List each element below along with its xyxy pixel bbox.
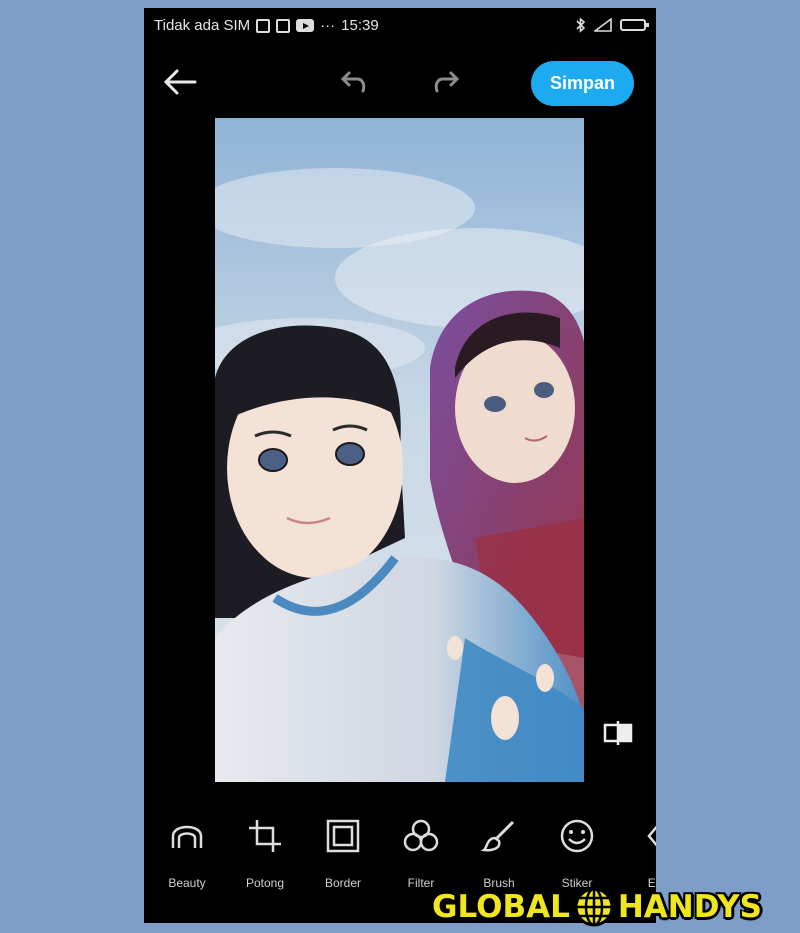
notification-icon [256, 18, 271, 33]
tool-effect[interactable]: Eff [620, 816, 656, 890]
phone-screen: Tidak ada SIM ··· 15:39 Simpan Beauty Po… [144, 8, 656, 923]
save-button[interactable]: Simpan [531, 61, 634, 106]
battery-icon [620, 19, 649, 31]
back-arrow-icon[interactable] [160, 66, 200, 106]
status-right [576, 17, 649, 33]
sticker-icon [542, 816, 612, 856]
image-notification-icon [276, 18, 291, 33]
undo-icon[interactable] [334, 66, 374, 106]
bluetooth-icon [576, 17, 586, 33]
watermark-logo: GLOBAL HANDYS [432, 885, 792, 929]
tool-border-label: Border [324, 876, 362, 890]
tool-filter[interactable]: Filter [386, 816, 456, 890]
filter-icon [386, 816, 456, 856]
tool-brush[interactable]: Brush [464, 816, 534, 890]
carrier-text: Tidak ada SIM [154, 17, 251, 34]
status-bar: Tidak ada SIM ··· 15:39 [144, 8, 656, 44]
border-icon [308, 816, 378, 856]
brush-icon [464, 816, 534, 856]
compare-icon[interactable] [602, 720, 634, 746]
tool-crop[interactable]: Potong [230, 816, 300, 890]
youtube-icon [296, 19, 315, 32]
effect-icon [620, 816, 656, 856]
tool-beauty-label: Beauty [168, 876, 206, 890]
tool-sticker[interactable]: Stiker [542, 816, 612, 890]
redo-icon[interactable] [426, 66, 466, 106]
photo-canvas[interactable] [215, 118, 584, 782]
tool-beauty[interactable]: Beauty [152, 816, 222, 890]
status-left: Tidak ada SIM ··· 15:39 [154, 17, 379, 34]
tool-crop-label: Potong [245, 876, 285, 890]
status-time: 15:39 [341, 17, 379, 34]
watermark-right-text: HANDYS [617, 889, 762, 925]
edited-photo [215, 118, 584, 782]
editor-top-bar: Simpan [144, 52, 656, 122]
more-notifications-indicator: ··· [320, 17, 336, 34]
tool-border[interactable]: Border [308, 816, 378, 890]
watermark-left-text: GLOBAL [432, 889, 570, 925]
beauty-icon [152, 816, 222, 856]
crop-icon [230, 816, 300, 856]
signal-icon [594, 18, 612, 32]
globe-icon [574, 887, 614, 927]
